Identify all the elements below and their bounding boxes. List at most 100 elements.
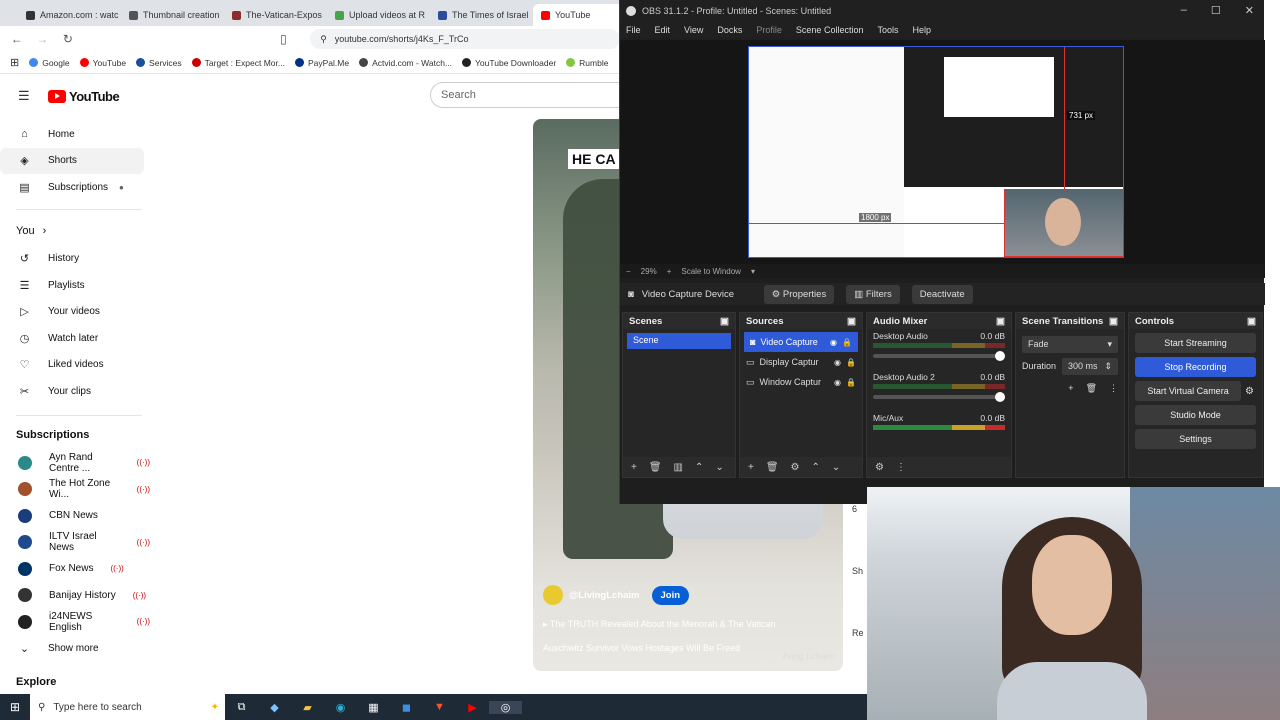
bookmark-item[interactable]: Target : Expect Mor... xyxy=(191,58,285,68)
preview-canvas[interactable]: 731 px 1800 px xyxy=(748,46,1124,258)
add-icon[interactable]: + xyxy=(748,462,754,473)
edge-icon[interactable]: ◉ xyxy=(324,701,357,714)
lock-icon[interactable]: 🔒 xyxy=(846,378,862,387)
menu-profile[interactable]: Profile xyxy=(756,25,782,35)
duration-spinbox[interactable]: 300 ms ⇕ xyxy=(1062,357,1118,375)
maximize-icon[interactable]: ☐ xyxy=(1211,4,1221,17)
trash-icon[interactable]: 🗑 xyxy=(1086,383,1097,394)
sidebar-item-your-clips[interactable]: ✂ Your clips xyxy=(0,378,150,405)
add-icon[interactable]: + xyxy=(631,462,637,473)
store-icon[interactable]: ▦ xyxy=(357,701,390,714)
join-button[interactable]: Join xyxy=(651,585,690,605)
transition-select[interactable]: Fade ▾ xyxy=(1022,335,1118,353)
forward-icon[interactable]: → xyxy=(36,32,50,46)
trash-icon[interactable]: 🗑 xyxy=(649,462,662,473)
share-label[interactable]: Sh xyxy=(852,566,868,576)
browser-tab-active[interactable]: YouTube xyxy=(533,4,620,26)
scene-item[interactable]: Scene xyxy=(627,333,731,349)
menu-docks[interactable]: Docks xyxy=(717,25,742,35)
lock-icon[interactable]: 🔒 xyxy=(842,338,858,347)
browser-tab[interactable]: Amazon.com : watc xyxy=(18,4,121,26)
channel-handle[interactable]: @LivingLchaim xyxy=(569,590,640,601)
dock-menu-icon[interactable]: ▣ xyxy=(1247,316,1256,327)
settings-button[interactable]: Settings xyxy=(1135,429,1256,449)
bookmark-item[interactable]: Services xyxy=(136,58,182,68)
filter-icon[interactable]: ▥ xyxy=(674,462,683,473)
stop-recording-button[interactable]: Stop Recording xyxy=(1135,357,1256,377)
browser-tab[interactable]: Upload videos at R xyxy=(327,4,430,26)
source-item[interactable]: ◙ Video Capture ◉ 🔒 xyxy=(744,332,858,352)
volume-slider[interactable] xyxy=(873,392,1005,402)
sidebar-item-subscriptions[interactable]: ▤ Subscriptions ● xyxy=(0,174,150,201)
sidebar-item-playlists[interactable]: ☰ Playlists xyxy=(0,272,150,299)
youtube-logo[interactable]: YouTube xyxy=(48,89,120,104)
bookmark-item[interactable]: Actvid.com - Watch... xyxy=(359,58,452,68)
outlook-icon[interactable]: ◼ xyxy=(390,701,423,714)
bookmark-item[interactable]: Rumble xyxy=(566,58,608,68)
apps-icon[interactable]: ⊞ xyxy=(10,56,19,69)
volume-slider[interactable] xyxy=(873,351,1005,361)
more-icon[interactable]: ⋮ xyxy=(1109,383,1118,394)
subscription-item[interactable]: Fox News ((·)) xyxy=(0,556,150,583)
browser-tab[interactable]: Thumbnail creation xyxy=(121,4,224,26)
subscription-item[interactable]: CBN News xyxy=(0,503,150,530)
gear-icon[interactable]: ⚙ xyxy=(791,462,800,473)
bookmark-item[interactable]: PayPal.Me xyxy=(294,58,349,68)
sidebar-item-your-videos[interactable]: ▷ Your videos xyxy=(0,299,150,326)
zoom-in-icon[interactable]: + xyxy=(667,267,672,276)
chevron-down-icon[interactable]: ⌄ xyxy=(832,462,840,473)
dock-menu-icon[interactable]: ▣ xyxy=(720,316,729,327)
taskbar-search-input[interactable]: ⚲ Type here to search ✦ xyxy=(30,694,225,720)
lock-icon[interactable]: 🔒 xyxy=(846,358,862,367)
eye-icon[interactable]: ◉ xyxy=(830,338,837,347)
gear-icon[interactable]: ⚙ xyxy=(1245,386,1254,397)
start-virtual-camera-button[interactable]: Start Virtual Camera xyxy=(1135,381,1242,401)
site-info-icon[interactable]: ⚲ xyxy=(320,34,327,45)
obs-taskbar-icon[interactable]: ◎ xyxy=(489,700,522,714)
browser-tab[interactable]: The-Vatican-Expos xyxy=(224,4,327,26)
menu-tools[interactable]: Tools xyxy=(877,25,898,35)
you-section-header[interactable]: You › xyxy=(0,216,150,246)
start-streaming-button[interactable]: Start Streaming xyxy=(1135,333,1256,353)
file-explorer-icon[interactable]: ▰ xyxy=(291,701,324,714)
copilot-icon[interactable]: ◆ xyxy=(258,701,291,714)
youtube-app-icon[interactable]: ▶ xyxy=(456,701,489,714)
subscription-item[interactable]: i24NEWS English ((·)) xyxy=(0,609,150,636)
source-item[interactable]: ▭ Window Captur ◉ 🔒 xyxy=(740,372,862,392)
scale-mode[interactable]: Scale to Window xyxy=(681,267,741,276)
chevron-down-icon[interactable]: ⌄ xyxy=(715,462,723,473)
bookmark-icon[interactable]: ▯ xyxy=(277,32,291,46)
dock-menu-icon[interactable]: ▣ xyxy=(847,316,856,327)
menu-scene-collection[interactable]: Scene Collection xyxy=(796,25,864,35)
bookmark-item[interactable]: Google xyxy=(29,58,70,68)
webcam-source-bounds[interactable] xyxy=(1004,189,1123,257)
subscription-item[interactable]: ILTV Israel News ((·)) xyxy=(0,529,150,556)
windows-start-icon[interactable]: ⊞ xyxy=(0,700,30,714)
subscription-item[interactable]: The Hot Zone Wi... ((·)) xyxy=(0,476,150,503)
channel-avatar[interactable] xyxy=(543,585,563,605)
browser-tab[interactable]: The Times of Israel xyxy=(430,4,533,26)
task-view-icon[interactable]: ⧉ xyxy=(225,701,258,714)
studio-mode-button[interactable]: Studio Mode xyxy=(1135,405,1256,425)
back-icon[interactable]: ← xyxy=(10,32,24,46)
chevron-up-icon[interactable]: ⌃ xyxy=(695,462,703,473)
menu-file[interactable]: File xyxy=(626,25,641,35)
source-item[interactable]: ▭ Display Captur ◉ 🔒 xyxy=(740,352,862,372)
bookmark-item[interactable]: YouTube Downloader xyxy=(462,58,556,68)
sidebar-item-shorts[interactable]: ◈ Shorts xyxy=(0,147,144,174)
zoom-out-icon[interactable]: − xyxy=(626,267,631,276)
sidebar-item-watch-later[interactable]: ◷ Watch later xyxy=(0,325,150,352)
reload-icon[interactable]: ↻ xyxy=(61,32,75,46)
brave-icon[interactable]: ▼ xyxy=(423,701,456,713)
add-icon[interactable]: + xyxy=(1068,383,1073,393)
subscription-item[interactable]: Ayn Rand Centre ... ((·)) xyxy=(0,450,150,477)
address-bar[interactable]: ⚲ youtube.com/shorts/j4Ks_F_TrCo xyxy=(310,29,621,49)
show-more-button[interactable]: ⌄ Show more xyxy=(0,635,150,662)
eye-icon[interactable]: ◉ xyxy=(834,358,841,367)
filters-button[interactable]: ▥ Filters xyxy=(846,284,900,304)
deactivate-button[interactable]: Deactivate xyxy=(911,284,973,304)
properties-button[interactable]: ⚙ Properties xyxy=(763,284,835,304)
sidebar-item-liked-videos[interactable]: ♡ Liked videos xyxy=(0,352,150,379)
close-icon[interactable]: ✕ xyxy=(1245,4,1254,17)
chevron-down-icon[interactable]: ▾ xyxy=(751,267,755,276)
